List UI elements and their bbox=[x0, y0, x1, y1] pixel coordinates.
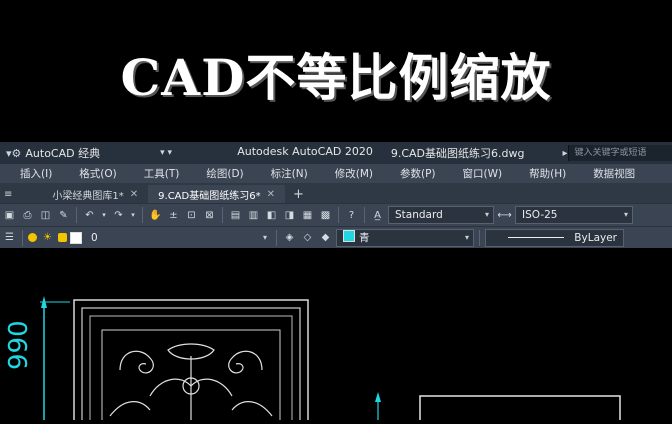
dim-style-select[interactable]: ISO-25 ▾ bbox=[515, 206, 633, 224]
properties-icon[interactable]: ▤ bbox=[228, 208, 243, 223]
menu-window[interactable]: 窗口(W) bbox=[463, 166, 503, 181]
ornament-scroll bbox=[229, 351, 262, 373]
linetype-select[interactable]: ByLayer bbox=[485, 229, 624, 247]
sun-icon[interactable]: ☀ bbox=[40, 230, 55, 245]
tool-palettes-icon[interactable]: ◧ bbox=[264, 208, 279, 223]
window-title: Autodesk AutoCAD 2020 9.CAD基础图纸练习6.dwg bbox=[237, 145, 524, 161]
close-icon[interactable]: ✕ bbox=[130, 189, 138, 200]
unlock-icon[interactable] bbox=[58, 233, 67, 242]
drawing-svg bbox=[0, 266, 672, 420]
banner-title: CAD不等比例缩放 bbox=[0, 48, 672, 108]
sheet-set-icon[interactable]: ◨ bbox=[282, 208, 297, 223]
toolbar-divider bbox=[142, 207, 143, 223]
help-icon[interactable]: ? bbox=[344, 208, 359, 223]
tab-label: 9.CAD基础图纸练习6* bbox=[158, 187, 260, 202]
layer-select[interactable]: 0 ▾ bbox=[85, 230, 271, 246]
dim-style-icon[interactable]: ⟷ bbox=[497, 208, 512, 223]
app-name: Autodesk AutoCAD 2020 bbox=[237, 145, 373, 161]
dimension-arrow bbox=[375, 392, 381, 402]
design-center-icon[interactable]: ▥ bbox=[246, 208, 261, 223]
title-bar: ▾⚙ AutoCAD 经典 ▾ ▾ Autodesk AutoCAD 2020 … bbox=[0, 142, 672, 164]
chevron-down-icon[interactable]: ▾ bbox=[485, 207, 489, 223]
toolbar-divider bbox=[222, 207, 223, 223]
dimension-text: 990 bbox=[4, 320, 34, 370]
new-tab-button[interactable]: + bbox=[285, 185, 312, 203]
ornament-curl bbox=[232, 402, 272, 416]
layer-properties-icon[interactable]: ☰ bbox=[2, 230, 17, 245]
chevron-down-icon[interactable]: ▾ bbox=[624, 207, 628, 223]
standard-toolbar: ▣ ⎙ ◫ ✎ ↶ ▾ ↷ ▾ ✋ ± ⊡ ⊠ ▤ ▥ ◧ ◨ ▦ ▩ ? A̲… bbox=[0, 203, 672, 226]
tab-library[interactable]: 小梁经典图库1* ✕ bbox=[42, 185, 148, 203]
pan-icon[interactable]: ✋ bbox=[148, 208, 163, 223]
zoom-window-icon[interactable]: ⊡ bbox=[184, 208, 199, 223]
undo-icon[interactable]: ↶ bbox=[82, 208, 97, 223]
print-icon[interactable]: ⎙ bbox=[20, 208, 35, 223]
layer-name: 0 bbox=[91, 232, 98, 244]
make-current-icon[interactable]: ◈ bbox=[282, 230, 297, 245]
tab-menu[interactable]: ≡ bbox=[0, 185, 22, 203]
tab-current-drawing[interactable]: 9.CAD基础图纸练习6* ✕ bbox=[148, 185, 285, 203]
publish-icon[interactable]: ◫ bbox=[38, 208, 53, 223]
ornament-curl bbox=[110, 402, 150, 416]
ornament-pattern bbox=[110, 344, 272, 420]
ornament-scroll bbox=[120, 351, 153, 373]
layer-on-icon[interactable] bbox=[28, 233, 37, 242]
menu-parametric[interactable]: 参数(P) bbox=[400, 166, 436, 181]
menu-format[interactable]: 格式(O) bbox=[79, 166, 116, 181]
menu-data-view[interactable]: 数据视图 bbox=[593, 166, 635, 181]
close-icon[interactable]: ✕ bbox=[267, 189, 275, 200]
menu-modify[interactable]: 修改(M) bbox=[335, 166, 373, 181]
search-input[interactable]: 键入关键字或短语 bbox=[568, 145, 672, 161]
quick-access: ▾⚙ AutoCAD 经典 ▾ ▾ bbox=[0, 145, 191, 161]
chevron-down-icon[interactable]: ▾ bbox=[465, 230, 469, 246]
menu-draw[interactable]: 绘图(D) bbox=[206, 166, 243, 181]
toolbar-divider bbox=[22, 230, 23, 246]
color-name: 青 bbox=[359, 232, 370, 244]
text-style-select[interactable]: Standard ▾ bbox=[388, 206, 494, 224]
chevron-down-icon[interactable]: ▾ bbox=[100, 208, 108, 223]
calculator-icon[interactable]: ▩ bbox=[318, 208, 333, 223]
toolbar-divider bbox=[76, 207, 77, 223]
markup-icon[interactable]: ▦ bbox=[300, 208, 315, 223]
menu-icon[interactable]: ≡ bbox=[4, 189, 12, 200]
title-banner: CAD不等比例缩放 bbox=[0, 0, 672, 132]
workspace-label[interactable]: AutoCAD 经典 bbox=[25, 145, 100, 161]
menu-insert[interactable]: 插入(I) bbox=[20, 166, 52, 181]
linetype-preview bbox=[508, 237, 564, 238]
text-style-value: Standard bbox=[395, 209, 443, 221]
linetype-value: ByLayer bbox=[574, 232, 617, 244]
layer-states-icon[interactable]: ◆ bbox=[318, 230, 333, 245]
toolbar-divider bbox=[479, 230, 480, 246]
workspace-dropdown-icon[interactable]: ▾ ▾ bbox=[160, 148, 172, 158]
autocad-window: ▾⚙ AutoCAD 经典 ▾ ▾ Autodesk AutoCAD 2020 … bbox=[0, 142, 672, 266]
layer-previous-icon[interactable]: ◇ bbox=[300, 230, 315, 245]
save-icon[interactable]: ▣ bbox=[2, 208, 17, 223]
drawing-canvas[interactable] bbox=[0, 266, 672, 420]
zoom-realtime-icon[interactable]: ± bbox=[166, 208, 181, 223]
layers-toolbar: ☰ ☀ 0 ▾ ◈ ◇ ◆ 青 ▾ ByLayer bbox=[0, 226, 672, 248]
tab-label: 小梁经典图库1* bbox=[52, 187, 123, 202]
dim-style-value: ISO-25 bbox=[522, 209, 557, 221]
color-select[interactable]: 青 ▾ bbox=[336, 229, 474, 247]
rectangle-object bbox=[420, 396, 620, 420]
zoom-previous-icon[interactable]: ⊠ bbox=[202, 208, 217, 223]
match-properties-icon[interactable]: ✎ bbox=[56, 208, 71, 223]
toolbar-divider bbox=[276, 230, 277, 246]
layer-color-swatch bbox=[70, 232, 82, 244]
file-tab-bar: ≡ 小梁经典图库1* ✕ 9.CAD基础图纸练习6* ✕ + bbox=[0, 183, 672, 203]
menu-dimension[interactable]: 标注(N) bbox=[271, 166, 308, 181]
toolbar-divider bbox=[338, 207, 339, 223]
gear-icon[interactable]: ▾⚙ bbox=[6, 147, 21, 160]
text-style-icon[interactable]: A̲ bbox=[370, 208, 385, 223]
redo-icon[interactable]: ↷ bbox=[111, 208, 126, 223]
menu-bar: 插入(I) 格式(O) 工具(T) 绘图(D) 标注(N) 修改(M) 参数(P… bbox=[0, 164, 672, 183]
chevron-down-icon[interactable]: ▾ bbox=[263, 230, 267, 246]
cyan-swatch bbox=[343, 230, 355, 242]
menu-help[interactable]: 帮助(H) bbox=[529, 166, 566, 181]
toolbar-divider bbox=[364, 207, 365, 223]
chevron-down-icon[interactable]: ▾ bbox=[129, 208, 137, 223]
menu-tools[interactable]: 工具(T) bbox=[144, 166, 180, 181]
file-name: 9.CAD基础图纸练习6.dwg bbox=[391, 145, 525, 161]
